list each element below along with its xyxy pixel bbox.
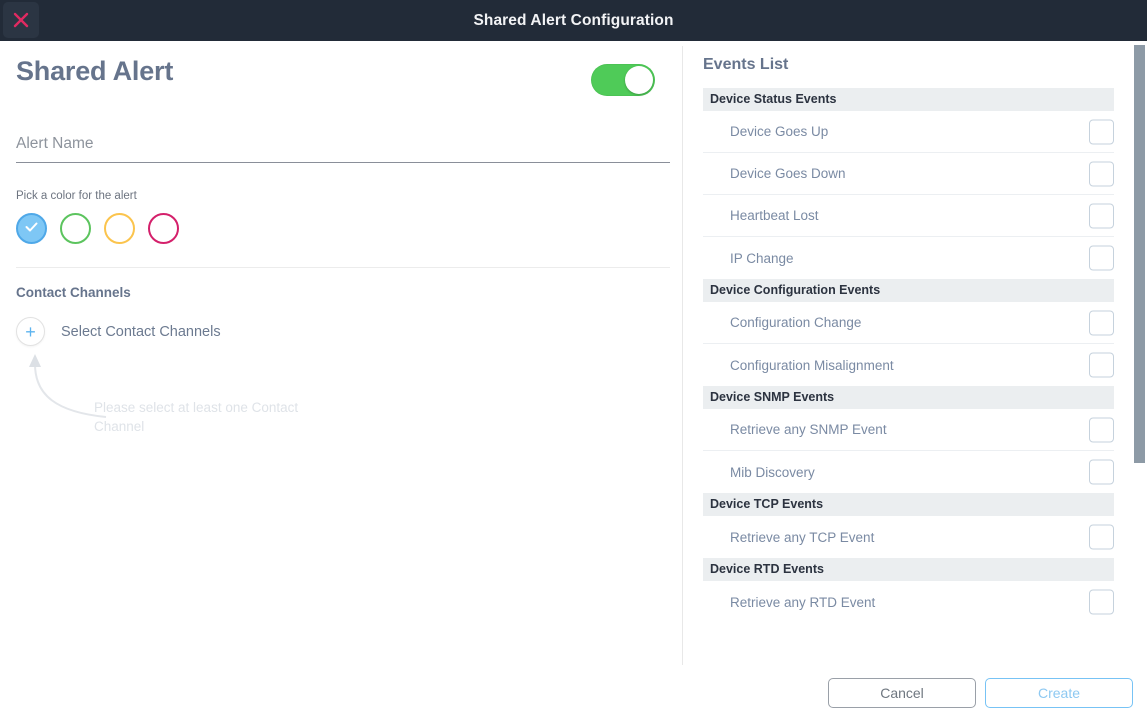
select-contact-channels-label[interactable]: Select Contact Channels [61,324,221,340]
contact-channel-hint-text: Please select at least one Contact Chann… [94,400,299,434]
event-group-header: Device RTD Events [703,558,1114,581]
dialog-body: Shared Alert Pick a color for the alert [0,41,1147,665]
event-label: Mib Discovery [730,464,815,480]
cancel-button[interactable]: Cancel [828,678,976,708]
event-checkbox[interactable] [1089,119,1114,144]
events-panel: Events List Device Status Events Device … [683,41,1147,665]
check-icon [23,218,40,240]
alert-enabled-toggle[interactable] [591,64,655,96]
event-checkbox[interactable] [1089,310,1114,335]
event-checkbox[interactable] [1089,161,1114,186]
title-bar: Shared Alert Configuration [0,0,1147,41]
alert-name-input[interactable] [16,129,670,163]
event-group-header: Device SNMP Events [703,386,1114,409]
plus-icon[interactable]: + [16,317,45,346]
event-row[interactable]: Heartbeat Lost [703,195,1114,237]
event-row[interactable]: Retrieve any RTD Event [703,581,1114,623]
event-label: Configuration Change [730,315,862,330]
color-swatch-pink[interactable] [148,213,179,244]
event-row[interactable]: Retrieve any SNMP Event [703,409,1114,451]
window-title: Shared Alert Configuration [473,12,674,29]
event-row[interactable]: IP Change [703,237,1114,279]
contact-channel-hint: Please select at least one Contact Chann… [16,350,416,460]
event-checkbox[interactable] [1089,589,1114,615]
event-label: Retrieve any RTD Event [730,594,876,610]
event-checkbox[interactable] [1089,352,1114,378]
event-checkbox[interactable] [1089,524,1114,550]
color-swatch-green[interactable] [60,213,91,244]
event-checkbox[interactable] [1089,417,1114,442]
select-contact-channels-row[interactable]: + Select Contact Channels [16,317,666,346]
event-row[interactable]: Configuration Change [703,302,1114,344]
color-picker: Pick a color for the alert [16,190,666,244]
event-row[interactable]: Device Goes Down [703,153,1114,195]
color-swatch-yellow[interactable] [104,213,135,244]
event-row[interactable]: Retrieve any TCP Event [703,516,1114,558]
event-group-header: Device Configuration Events [703,279,1114,302]
alert-details-panel: Shared Alert Pick a color for the alert [0,41,682,665]
scrollbar-thumb[interactable] [1134,45,1145,463]
event-checkbox[interactable] [1089,459,1114,485]
event-label: Device Goes Down [730,166,846,181]
event-label: Retrieve any SNMP Event [730,422,887,437]
dialog-footer: Cancel Create [0,665,1147,721]
alert-name-row [16,129,670,169]
event-label: Heartbeat Lost [730,208,819,223]
color-picker-label: Pick a color for the alert [16,190,137,202]
event-row[interactable]: Configuration Misalignment [703,344,1114,386]
events-list: Device Status Events Device Goes Up Devi… [703,88,1114,623]
event-label: Device Goes Up [730,124,829,139]
event-label: Retrieve any TCP Event [730,529,875,545]
event-group-header: Device TCP Events [703,493,1114,516]
alert-header: Shared Alert [16,41,666,103]
color-swatch-blue[interactable] [16,213,47,244]
event-row[interactable]: Mib Discovery [703,451,1114,493]
page-title: Shared Alert [16,56,174,86]
event-row[interactable]: Device Goes Up [703,111,1114,153]
vertical-scrollbar[interactable] [1132,41,1147,665]
create-button[interactable]: Create [985,678,1133,708]
contact-channels-label: Contact Channels [16,285,131,300]
color-swatch-list [16,213,666,244]
event-group-header: Device Status Events [703,88,1114,111]
event-label: IP Change [730,250,794,266]
toggle-knob [625,66,653,94]
section-divider [16,267,670,268]
event-checkbox[interactable] [1089,203,1114,228]
events-list-title: Events List [703,56,789,73]
event-label: Configuration Misalignment [730,357,894,373]
shared-alert-configuration-dialog: Shared Alert Configuration Shared Alert … [0,0,1147,721]
event-checkbox[interactable] [1089,245,1114,271]
